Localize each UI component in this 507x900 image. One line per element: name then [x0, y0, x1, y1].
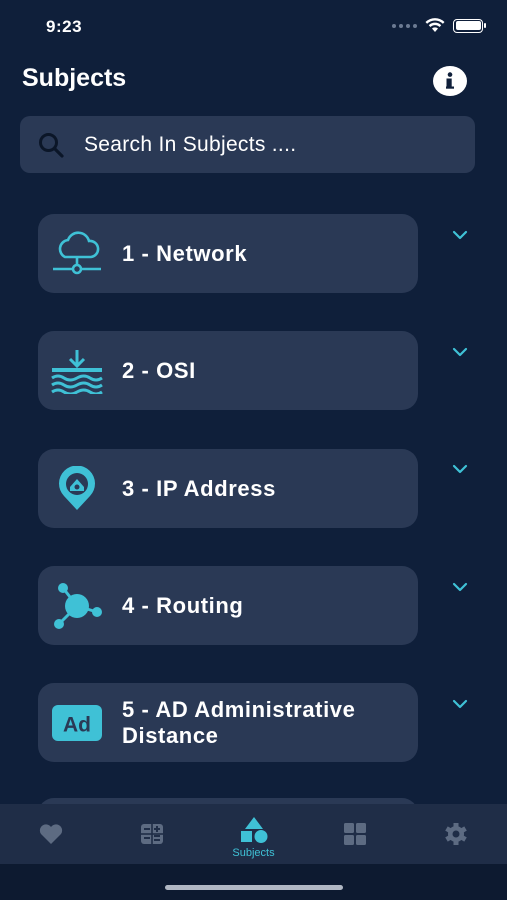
subject-card-routing[interactable]: 4 - Routing — [38, 566, 418, 645]
info-icon — [446, 72, 454, 89]
status-time: 9:23 — [46, 17, 83, 36]
shapes-icon — [240, 817, 268, 843]
subject-card-ip-address[interactable]: 3 - IP Address — [38, 449, 418, 528]
tab-calculator[interactable] — [101, 804, 202, 864]
tab-categories[interactable] — [304, 804, 405, 864]
chevron-down-icon[interactable] — [451, 698, 469, 710]
home-indicator-area — [0, 864, 507, 900]
battery-icon — [453, 18, 486, 33]
subject-label: 3 - IP Address — [122, 475, 276, 501]
download-layers-icon — [50, 345, 104, 397]
tab-favorites[interactable] — [0, 804, 101, 864]
info-button[interactable] — [433, 66, 467, 96]
chevron-down-icon[interactable] — [451, 581, 469, 593]
chevron-down-icon[interactable] — [451, 346, 469, 358]
calculator-icon — [141, 824, 164, 844]
page-title: Subjects — [22, 64, 127, 92]
subject-label: 1 - Network — [122, 240, 248, 266]
search-bar[interactable] — [20, 116, 475, 173]
subject-card-network[interactable]: 1 - Network — [38, 214, 418, 293]
search-icon — [39, 132, 64, 158]
status-icons — [392, 18, 486, 33]
subject-card-osi[interactable]: 2 - OSI — [38, 331, 418, 410]
wifi-icon — [425, 18, 445, 32]
cellular-signal-icon — [392, 23, 417, 28]
heart-icon — [39, 824, 62, 844]
tab-subjects[interactable]: Subjects — [203, 804, 304, 864]
subject-label: 5 - AD Administrative Distance — [122, 696, 356, 748]
tab-bar: Subjects — [0, 804, 507, 864]
ad-badge-text: Ad — [63, 713, 91, 736]
subject-label: 2 - OSI — [122, 357, 196, 383]
cloud-network-icon — [50, 228, 104, 280]
ad-badge-icon: Ad — [50, 697, 104, 749]
location-pin-icon — [50, 463, 104, 515]
tab-label-subjects: Subjects — [232, 847, 275, 859]
search-input[interactable] — [84, 132, 444, 157]
subject-card-ad-administrative-distance[interactable]: Ad 5 - AD Administrative Distance — [38, 683, 418, 762]
subject-label: 4 - Routing — [122, 592, 244, 618]
home-indicator[interactable] — [165, 885, 343, 890]
hub-nodes-icon — [50, 580, 104, 632]
chevron-down-icon[interactable] — [451, 463, 469, 475]
gear-icon — [445, 823, 468, 845]
status-bar: 9:23 — [0, 0, 507, 56]
grid-icon — [343, 823, 366, 845]
tab-settings[interactable] — [406, 804, 507, 864]
chevron-down-icon[interactable] — [451, 229, 469, 241]
